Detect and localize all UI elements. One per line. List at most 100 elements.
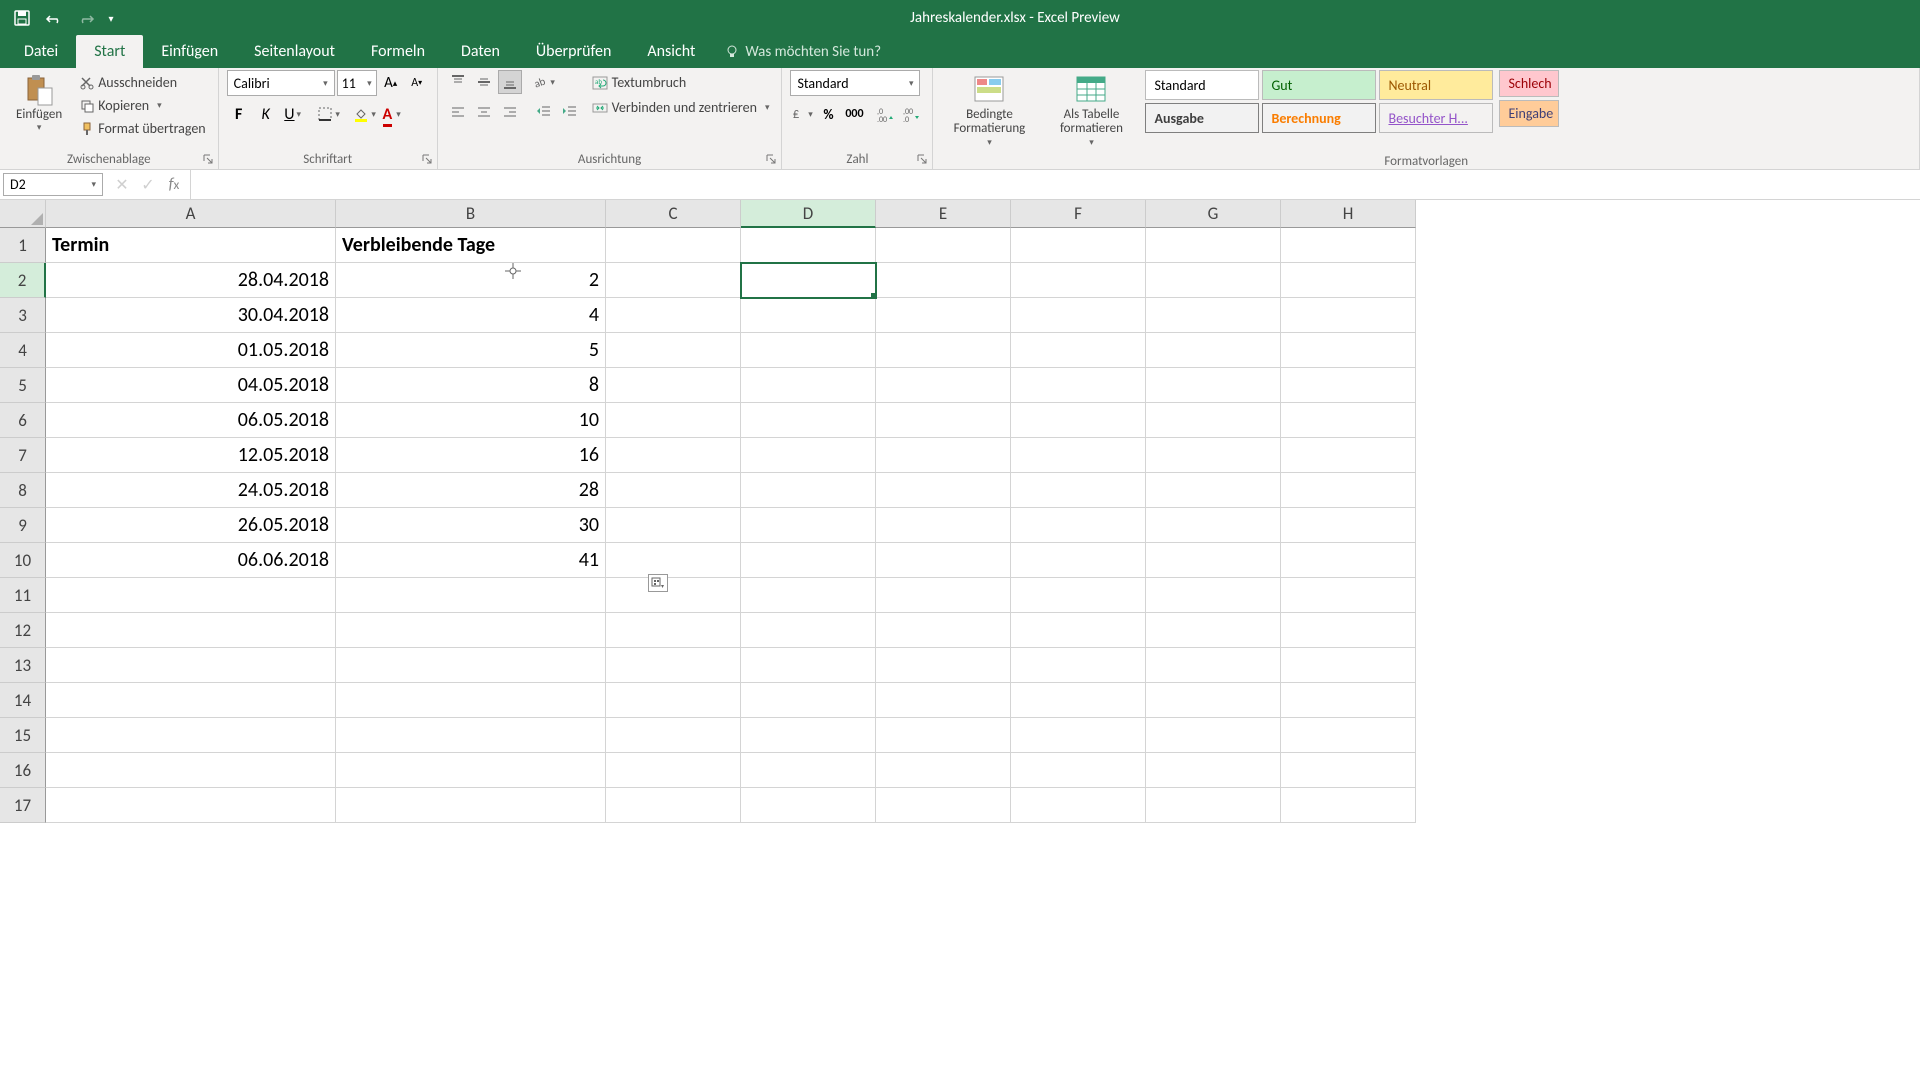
cell-F9[interactable] — [1011, 508, 1146, 543]
redo-button[interactable] — [72, 4, 100, 32]
cell-H11[interactable] — [1281, 578, 1416, 613]
autofill-options-button[interactable] — [648, 574, 668, 592]
cell-A3[interactable]: 30.04.2018 — [46, 298, 336, 333]
cell-E5[interactable] — [876, 368, 1011, 403]
align-middle-button[interactable] — [472, 70, 496, 94]
italic-button[interactable]: K — [254, 102, 278, 126]
tab-home[interactable]: Start — [76, 35, 143, 68]
row-header-3[interactable]: 3 — [0, 298, 46, 333]
cell-D15[interactable] — [741, 718, 876, 753]
tell-me-search[interactable]: Was möchten Sie tun? — [713, 36, 893, 68]
format-table-button[interactable]: Als Tabelle formatieren ▾ — [1043, 70, 1139, 152]
style-gut[interactable]: Gut — [1262, 70, 1376, 100]
clipboard-launcher[interactable] — [202, 153, 216, 167]
cell-C17[interactable] — [606, 788, 741, 823]
row-header-6[interactable]: 6 — [0, 403, 46, 438]
cell-G5[interactable] — [1146, 368, 1281, 403]
wrap-text-button[interactable]: ab Textumbruch — [588, 72, 774, 93]
cell-B9[interactable]: 30 — [336, 508, 606, 543]
row-header-15[interactable]: 15 — [0, 718, 46, 753]
cell-G16[interactable] — [1146, 753, 1281, 788]
column-header-H[interactable]: H — [1281, 200, 1416, 228]
number-format-select[interactable]: Standard ▾ — [790, 70, 920, 96]
align-right-button[interactable] — [498, 100, 522, 124]
percent-button[interactable]: % — [816, 102, 840, 126]
cell-F7[interactable] — [1011, 438, 1146, 473]
cell-H13[interactable] — [1281, 648, 1416, 683]
cut-button[interactable]: Ausschneiden — [76, 72, 209, 93]
cell-B6[interactable]: 10 — [336, 403, 606, 438]
cell-C14[interactable] — [606, 683, 741, 718]
border-button[interactable]: ▾ — [317, 102, 341, 126]
number-launcher[interactable] — [916, 153, 930, 167]
cell-E4[interactable] — [876, 333, 1011, 368]
column-header-G[interactable]: G — [1146, 200, 1281, 228]
tab-insert[interactable]: Einfügen — [143, 35, 236, 68]
font-name-select[interactable]: Calibri ▾ — [227, 70, 335, 96]
cell-H10[interactable] — [1281, 543, 1416, 578]
cell-C1[interactable] — [606, 228, 741, 263]
cell-E17[interactable] — [876, 788, 1011, 823]
cell-G7[interactable] — [1146, 438, 1281, 473]
cell-E1[interactable] — [876, 228, 1011, 263]
font-color-button[interactable]: A ▾ — [380, 102, 404, 126]
orientation-button[interactable]: ab▾ — [532, 70, 556, 94]
cell-H17[interactable] — [1281, 788, 1416, 823]
cell-A15[interactable] — [46, 718, 336, 753]
cell-D3[interactable] — [741, 298, 876, 333]
cell-F11[interactable] — [1011, 578, 1146, 613]
cell-C16[interactable] — [606, 753, 741, 788]
cell-G15[interactable] — [1146, 718, 1281, 753]
name-box[interactable]: D2 ▾ — [3, 173, 103, 196]
cell-H12[interactable] — [1281, 613, 1416, 648]
cell-G9[interactable] — [1146, 508, 1281, 543]
cell-B16[interactable] — [336, 753, 606, 788]
row-header-7[interactable]: 7 — [0, 438, 46, 473]
paste-button[interactable]: Einfügen ▾ — [8, 70, 70, 137]
cell-C2[interactable] — [606, 263, 741, 298]
comma-button[interactable]: 000 — [842, 102, 866, 126]
cell-H14[interactable] — [1281, 683, 1416, 718]
column-header-B[interactable]: B — [336, 200, 606, 228]
cell-E7[interactable] — [876, 438, 1011, 473]
cell-C8[interactable] — [606, 473, 741, 508]
cell-D16[interactable] — [741, 753, 876, 788]
cell-D1[interactable] — [741, 228, 876, 263]
cell-G1[interactable] — [1146, 228, 1281, 263]
cell-D17[interactable] — [741, 788, 876, 823]
select-all-corner[interactable] — [0, 200, 46, 228]
cell-D4[interactable] — [741, 333, 876, 368]
cell-H5[interactable] — [1281, 368, 1416, 403]
cell-H3[interactable] — [1281, 298, 1416, 333]
cell-D11[interactable] — [741, 578, 876, 613]
row-header-12[interactable]: 12 — [0, 613, 46, 648]
cell-F4[interactable] — [1011, 333, 1146, 368]
cell-D5[interactable] — [741, 368, 876, 403]
style-ausgabe[interactable]: Ausgabe — [1145, 103, 1259, 133]
format-painter-button[interactable]: Format übertragen — [76, 118, 209, 139]
increase-indent-button[interactable] — [558, 100, 582, 124]
cell-D9[interactable] — [741, 508, 876, 543]
align-top-button[interactable] — [446, 70, 470, 94]
cell-B15[interactable] — [336, 718, 606, 753]
cell-E8[interactable] — [876, 473, 1011, 508]
cell-F6[interactable] — [1011, 403, 1146, 438]
tab-formulas[interactable]: Formeln — [353, 35, 443, 68]
cell-C10[interactable] — [606, 543, 741, 578]
save-button[interactable] — [8, 4, 36, 32]
row-header-13[interactable]: 13 — [0, 648, 46, 683]
cell-F10[interactable] — [1011, 543, 1146, 578]
style-standard[interactable]: Standard — [1145, 70, 1259, 100]
fill-color-button[interactable]: ▾ — [353, 102, 377, 126]
cell-G13[interactable] — [1146, 648, 1281, 683]
bold-button[interactable]: F — [227, 102, 251, 126]
cell-F8[interactable] — [1011, 473, 1146, 508]
cell-A13[interactable] — [46, 648, 336, 683]
cell-E9[interactable] — [876, 508, 1011, 543]
cell-B1[interactable]: Verbleibende Tage — [336, 228, 606, 263]
cell-A2[interactable]: 28.04.2018 — [46, 263, 336, 298]
column-header-F[interactable]: F — [1011, 200, 1146, 228]
decrease-indent-button[interactable] — [532, 100, 556, 124]
cell-B14[interactable] — [336, 683, 606, 718]
cell-A1[interactable]: Termin — [46, 228, 336, 263]
